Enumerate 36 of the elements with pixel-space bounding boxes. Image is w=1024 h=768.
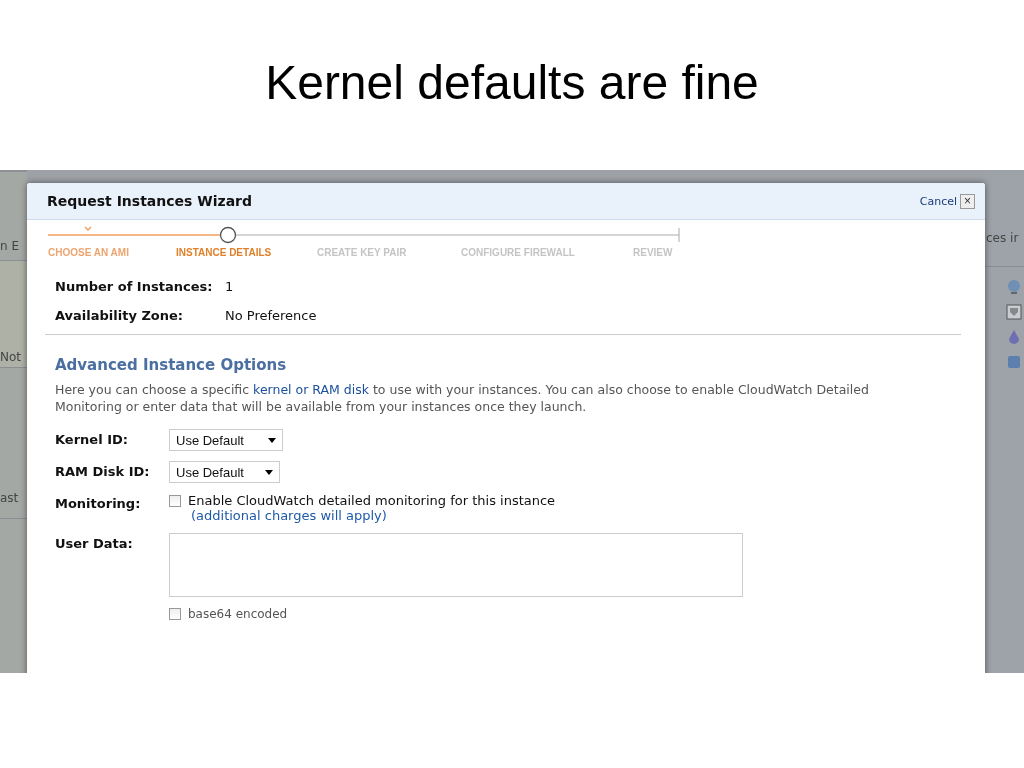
background-text: n E: [0, 239, 19, 253]
wizard-step: CHOOSE AN AMI: [48, 247, 129, 258]
field-label: RAM Disk ID:: [55, 463, 151, 479]
field-value: No Preference: [225, 308, 317, 323]
kernel-link[interactable]: kernel or RAM disk: [253, 382, 369, 397]
wizard-step: REVIEW: [633, 247, 673, 258]
field-label: User Data:: [55, 535, 134, 551]
kernel-dropdown[interactable]: Use Default: [169, 429, 283, 451]
field-value: 1: [225, 279, 234, 294]
slide-title: Kernel defaults are fine: [264, 54, 760, 111]
dialog-title: Request Instances Wizard: [47, 193, 253, 209]
wizard-step: CONFIGURE FIREWALL: [461, 247, 575, 258]
caret-icon: [268, 437, 276, 443]
close-button[interactable]: ×: [960, 193, 975, 209]
drop-icon: [1006, 329, 1022, 345]
checkbox-label: Enable CloudWatch detailed monitoring for this instance: [188, 493, 556, 508]
checkbox[interactable]: [169, 494, 181, 507]
wizard-step: INSTANCE DETAILS: [176, 247, 272, 258]
cancel-link[interactable]: Cancel: [919, 194, 957, 208]
globe-icon: [1006, 279, 1022, 295]
checkbox-label: base64 encoded: [188, 607, 288, 621]
user-data-field[interactable]: [169, 533, 743, 597]
field-label: Number of Instances:: [55, 279, 214, 294]
charges-note: (additional charges will apply): [190, 508, 388, 523]
field-label: Availability Zone:: [55, 308, 185, 323]
wizard-step: CREATE KEY PAIR: [317, 247, 407, 258]
field-label: Monitoring:: [55, 495, 142, 511]
field-label: Kernel ID:: [55, 431, 129, 447]
section-title: Advanced Instance Options: [55, 356, 288, 374]
checkbox[interactable]: [169, 608, 181, 620]
intro-paragraph: Here you can choose a specific kernel or RAM disk to use with your instances. You can also choose to enable CloudWatch Detailed Monitoring or enter data that will be available from your instances once they launch.: [55, 381, 870, 415]
background-text: Not: [0, 350, 22, 364]
background-text: ces ir: [986, 231, 1019, 245]
caret-icon: [265, 469, 273, 475]
ram-disk-dropdown[interactable]: Use Default: [169, 461, 280, 483]
background-text: ast: [0, 491, 19, 505]
